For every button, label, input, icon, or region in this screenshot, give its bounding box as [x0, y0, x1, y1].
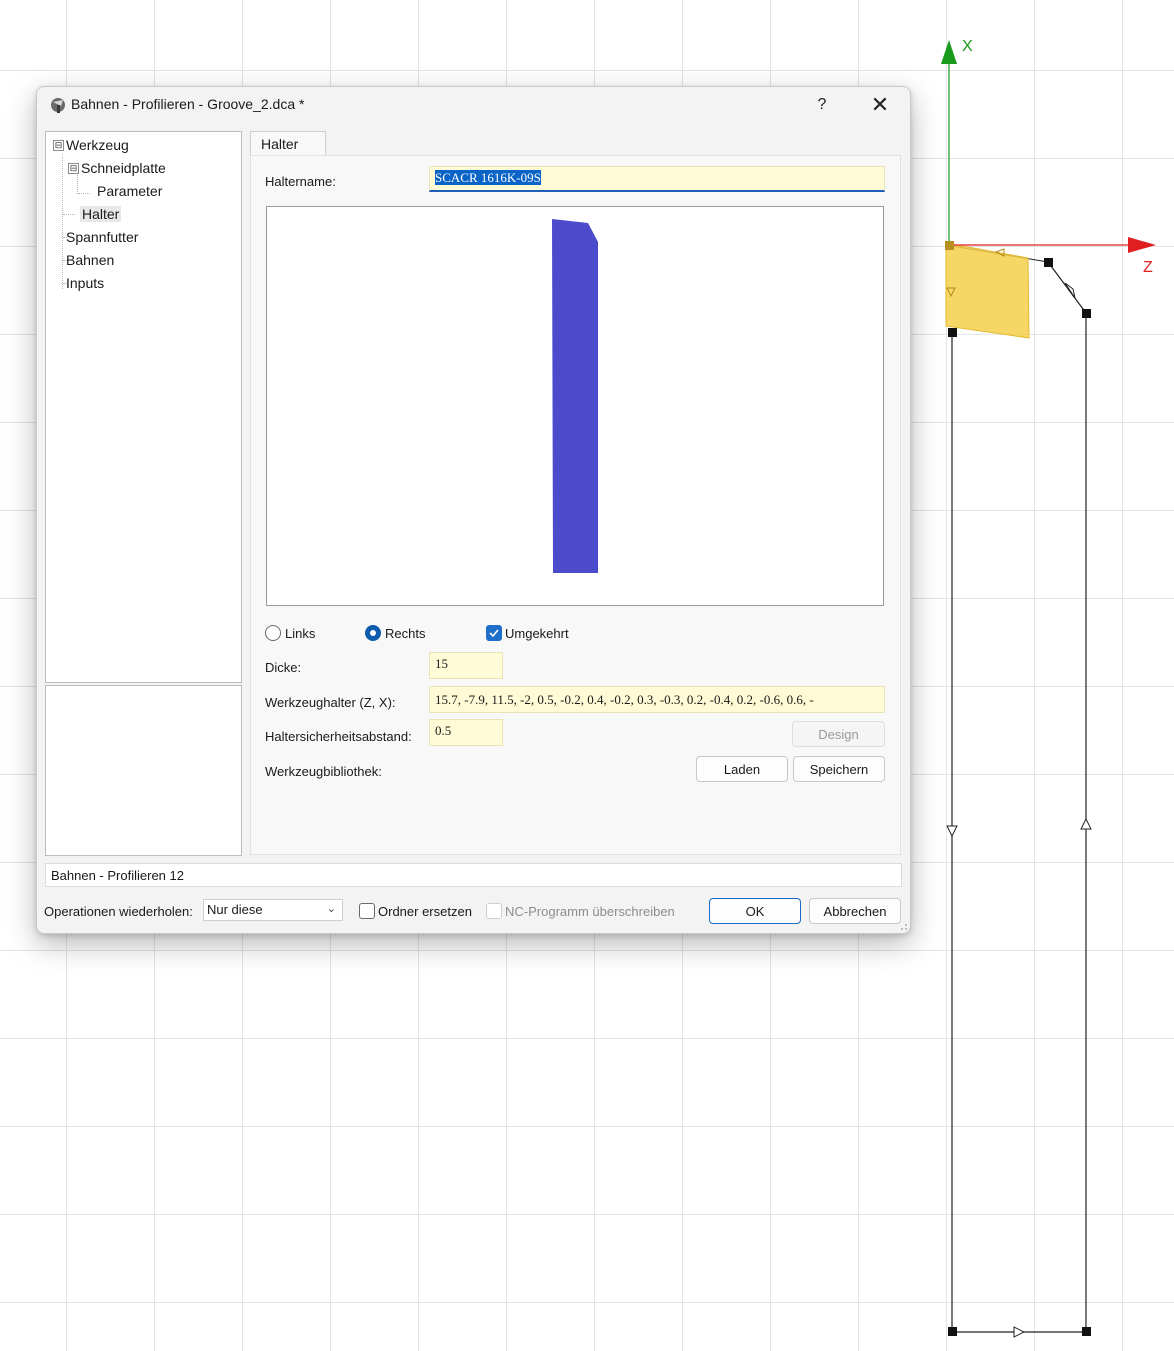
radio-links[interactable] [265, 625, 281, 641]
werkzeughalter-input[interactable]: 15.7, -7.9, 11.5, -2, 0.5, -0.2, 0.4, -0… [429, 686, 885, 713]
radio-rechts[interactable] [365, 625, 381, 641]
tree-item-schneidplatte[interactable]: Schneidplatte [81, 160, 166, 176]
z-axis-label: Z [1143, 259, 1153, 276]
holder-preview-drawing [552, 219, 598, 573]
dicke-label: Dicke: [265, 660, 302, 675]
tab-halter[interactable]: Halter [250, 131, 326, 155]
cutting-insert-shape[interactable] [945, 242, 1030, 339]
tree-item-halter[interactable]: Halter [80, 206, 122, 222]
sicherheitsabstand-label: Haltersicherheitsabstand: [265, 729, 412, 744]
app-icon [51, 98, 65, 113]
repeat-select[interactable]: Nur diese ⌄ [203, 899, 343, 921]
holder-preview [266, 206, 884, 606]
control-point[interactable] [1082, 309, 1091, 318]
halter-content: Haltername: SCACR 1616K-09S Links Rechts… [250, 155, 901, 855]
direction-arrow-diag [1064, 282, 1076, 299]
radio-links-label: Links [285, 626, 316, 641]
sicherheitsabstand-input[interactable]: 0.5 [429, 719, 503, 746]
direction-arrow-up [1080, 817, 1092, 830]
speichern-button[interactable]: Speichern [793, 756, 885, 782]
tree-connector [62, 154, 63, 289]
werkzeughalter-label: Werkzeughalter (Z, X): [265, 695, 396, 710]
tree-connector [78, 193, 90, 194]
ok-button[interactable]: OK [709, 898, 801, 924]
checkmark-icon [489, 629, 499, 638]
nc-ueberschreiben-checkbox[interactable] [486, 903, 502, 919]
control-point[interactable] [1044, 258, 1053, 267]
x-axis-label: X [962, 38, 973, 55]
tree-item-werkzeug[interactable]: Werkzeug [66, 137, 129, 153]
control-point[interactable] [1082, 1327, 1091, 1336]
radio-rechts-label: Rechts [385, 626, 426, 641]
info-panel [45, 685, 242, 856]
direction-arrow-right [1013, 1326, 1026, 1338]
toolpath-approach-line [1047, 261, 1087, 314]
direction-arrow-down [946, 825, 958, 838]
tree-item-parameter[interactable]: Parameter [97, 183, 162, 199]
resize-grip-icon[interactable] [898, 921, 908, 931]
chevron-down-icon: ⌄ [326, 903, 336, 915]
tree-item-spannfutter[interactable]: Spannfutter [66, 229, 138, 245]
help-button[interactable]: ? [799, 90, 845, 120]
ordner-ersetzen-checkbox[interactable] [359, 903, 375, 919]
ordner-ersetzen-label: Ordner ersetzen [378, 904, 472, 919]
dialog-titlebar[interactable]: Bahnen - Profilieren - Groove_2.dca * ? … [37, 87, 910, 123]
repeat-select-value: Nur diese [207, 902, 263, 917]
collapse-icon[interactable]: ⊟ [68, 163, 79, 174]
haltername-input[interactable]: SCACR 1616K-09S [429, 166, 885, 192]
profilieren-dialog: Bahnen - Profilieren - Groove_2.dca * ? … [36, 86, 911, 934]
collapse-icon[interactable]: ⊟ [53, 140, 64, 151]
z-axis-arrow-icon [1128, 237, 1156, 253]
close-button[interactable]: ✕ [857, 90, 903, 120]
control-point[interactable] [948, 1327, 957, 1336]
origin-point[interactable] [945, 241, 954, 250]
design-button[interactable]: Design [792, 721, 885, 747]
repeat-label: Operationen wiederholen: [44, 904, 193, 919]
nc-ueberschreiben-label: NC-Programm überschreiben [505, 904, 675, 919]
tree-connector [63, 214, 75, 215]
control-point[interactable] [948, 328, 957, 337]
tree-item-inputs[interactable]: Inputs [66, 275, 104, 291]
holder-shape [552, 219, 598, 573]
werkzeugbibliothek-label: Werkzeugbibliothek: [265, 764, 382, 779]
haltername-label: Haltername: [265, 174, 336, 189]
umgekehrt-checkbox[interactable] [486, 625, 502, 641]
haltername-value: SCACR 1616K-09S [435, 170, 541, 185]
laden-button[interactable]: Laden [696, 756, 788, 782]
dicke-input[interactable]: 15 [429, 652, 503, 679]
dialog-title: Bahnen - Profilieren - Groove_2.dca * [71, 96, 305, 112]
settings-tree[interactable]: ⊟ Werkzeug ⊟ Schneidplatte Parameter Hal… [45, 131, 242, 683]
tree-item-bahnen[interactable]: Bahnen [66, 252, 114, 268]
x-axis-arrow-icon [941, 40, 957, 64]
status-bar: Bahnen - Profilieren 12 [45, 863, 902, 887]
umgekehrt-label: Umgekehrt [505, 626, 569, 641]
abbrechen-button[interactable]: Abbrechen [809, 898, 901, 924]
tree-connector [77, 175, 78, 194]
